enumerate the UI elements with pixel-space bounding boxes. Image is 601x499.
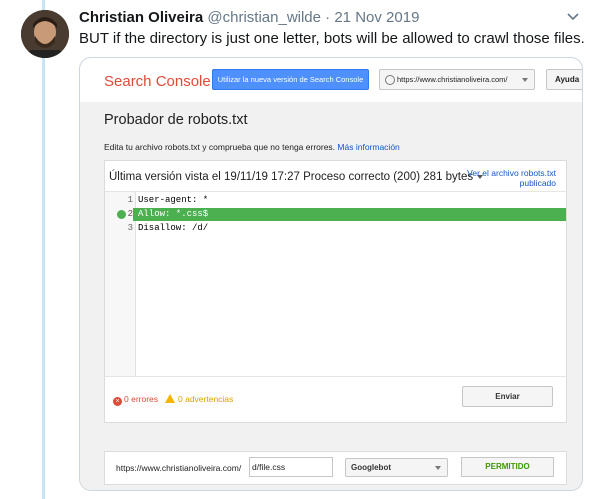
new-version-button: Utilizar la nueva versión de Search Cons… — [212, 69, 369, 90]
check-icon — [117, 210, 126, 219]
site-url: https://www.christianoliveira.com/ — [397, 75, 508, 84]
errors-count: × 0 errores — [113, 394, 158, 406]
search-console-brand: Search Console — [104, 73, 211, 90]
warnings-count: 0 advertencias — [165, 394, 233, 404]
code-line-highlighted: 2 Allow: *.css$ — [105, 208, 566, 221]
version-text: Última versión vista el 19/11/19 17:27 P… — [109, 171, 474, 183]
globe-icon — [385, 75, 395, 85]
thread-line — [42, 0, 45, 499]
robots-editor: Última versión vista el 19/11/19 17:27 P… — [104, 160, 567, 423]
description-text: Edita tu archivo robots.txt y comprueba … — [104, 142, 336, 152]
site-selector: https://www.christianoliveira.com/ — [379, 69, 535, 90]
page-description: Edita tu archivo robots.txt y comprueba … — [104, 142, 400, 152]
dropdown-arrow-icon — [522, 78, 528, 82]
user-agent-value: Googlebot — [351, 463, 391, 472]
tweet-text: BUT if the directory is just one letter,… — [79, 30, 585, 47]
tweet-header: Christian Oliveira @christian_wilde · 21… — [79, 9, 419, 26]
validation-status: × 0 errores 0 advertencias Enviar — [105, 376, 566, 422]
warnings-text: 0 advertencias — [178, 394, 234, 404]
avatar-image — [21, 10, 69, 58]
url-test-row: https://www.christianoliveira.com/ d/fil… — [104, 451, 567, 485]
user-agent-select: Googlebot — [345, 458, 448, 477]
code-line: 1 User-agent: * — [105, 194, 566, 207]
version-info: Última versión vista el 19/11/19 17:27 P… — [109, 171, 484, 183]
search-console-header: Search Console Utilizar la nueva versión… — [80, 58, 582, 102]
test-result-badge: PERMITIDO — [461, 457, 554, 477]
help-button: Ayuda — [546, 69, 582, 90]
dropdown-arrow-icon — [435, 466, 441, 470]
line-number: 3 — [127, 223, 133, 233]
more-info-link: Más información — [337, 142, 400, 152]
test-url-prefix: https://www.christianoliveira.com/ — [116, 463, 242, 473]
chevron-down-icon[interactable] — [566, 12, 580, 22]
attached-image[interactable]: Search Console Utilizar la nueva versión… — [79, 57, 583, 491]
line-text: Disallow: /d/ — [138, 223, 209, 233]
author-name[interactable]: Christian Oliveira — [79, 9, 203, 26]
error-icon: × — [113, 397, 122, 406]
author-handle[interactable]: @christian_wilde — [207, 9, 321, 26]
tweet-date[interactable]: 21 Nov 2019 — [334, 9, 419, 26]
view-published-link: Ver el archivo robots.txt publicado — [467, 168, 556, 188]
separator-dot: · — [325, 9, 331, 26]
page-title: Probador de robots.txt — [104, 112, 248, 128]
test-url-input: d/file.css — [249, 457, 333, 477]
code-editor: 1 User-agent: * 2 Allow: *.css$ 3 Disall… — [105, 191, 566, 377]
submit-button: Enviar — [462, 386, 553, 407]
warning-icon — [165, 394, 175, 403]
line-number: 1 — [127, 195, 133, 205]
avatar[interactable] — [21, 10, 69, 58]
line-text: Allow: *.css$ — [138, 209, 209, 219]
code-line: 3 Disallow: /d/ — [105, 222, 566, 235]
line-text: User-agent: * — [138, 195, 209, 205]
errors-text: 0 errores — [124, 394, 159, 404]
